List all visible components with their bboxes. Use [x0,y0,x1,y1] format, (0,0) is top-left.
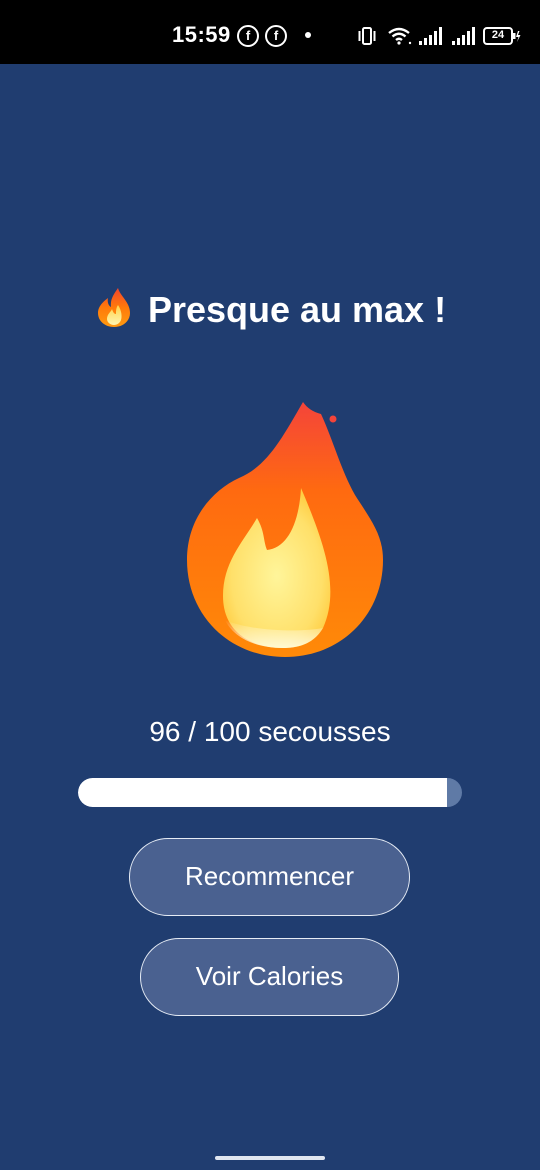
status-time: 15:59 [172,22,231,47]
progress-bar-fill [78,778,447,807]
restart-button[interactable]: Recommencer [129,838,410,916]
status-bar: 15:59 f f 24 [0,0,540,64]
wifi-icon [388,27,412,45]
facebook-icon: f [265,25,287,47]
battery-level: 24 [491,29,505,41]
fire-icon [97,288,130,327]
shake-count: 96 / 100 secousses [149,716,391,747]
page-title: Presque au max ! [147,289,447,330]
signal-strength-icon [452,27,475,45]
vibrate-icon [358,27,376,45]
progress-bar [78,778,462,807]
home-indicator[interactable] [215,1156,325,1160]
signal-strength-icon [419,27,442,45]
fire-icon [187,402,383,657]
page-title-row: Presque au max ! [0,286,540,331]
more-notifications-dot-icon [305,32,311,38]
view-calories-button[interactable]: Voir Calories [140,938,399,1016]
facebook-icon: f [237,25,259,47]
